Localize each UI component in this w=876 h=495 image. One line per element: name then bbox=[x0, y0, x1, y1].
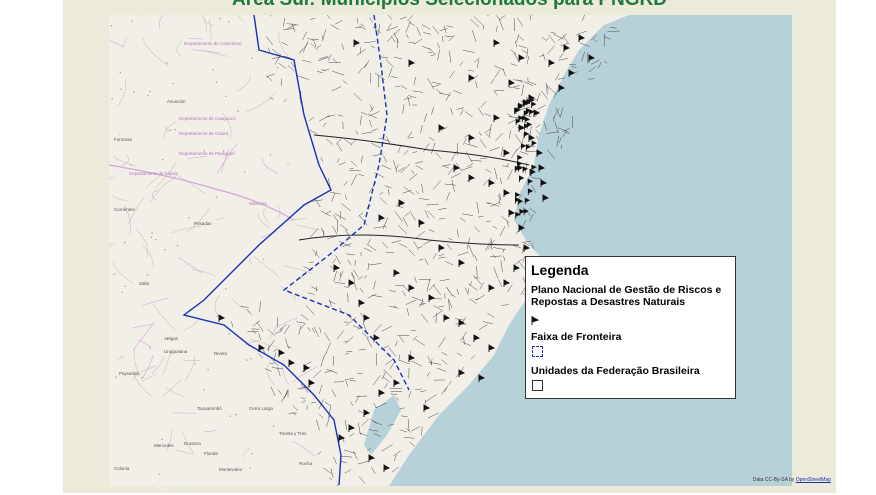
neighbor-town bbox=[134, 91, 135, 92]
dashed-blue-square-icon bbox=[532, 346, 543, 357]
map-legend: Legenda Plano Nacional de Gestão de Risc… bbox=[525, 256, 736, 399]
neighbor-town bbox=[246, 359, 247, 360]
neighbor-town bbox=[124, 286, 125, 287]
neighbor-town bbox=[150, 91, 151, 92]
neighbor-town bbox=[158, 474, 159, 475]
place-label: Florida bbox=[204, 451, 218, 456]
legend-label-pngrd: Plano Nacional de Gestão de Riscos e Rep… bbox=[531, 284, 730, 308]
place-label: Uruguaiana bbox=[164, 349, 188, 354]
place-label: Artigas bbox=[164, 336, 179, 341]
neighbor-town bbox=[147, 275, 148, 276]
neighbor-town bbox=[235, 414, 236, 415]
place-label: Mercedes bbox=[154, 443, 175, 448]
white-square-icon bbox=[532, 380, 543, 391]
place-label: Tacuarembó bbox=[197, 406, 222, 411]
place-label: Departamento de Guairá bbox=[179, 131, 229, 136]
neighbor-town bbox=[162, 159, 163, 160]
neighbor-town bbox=[174, 129, 175, 130]
neighbor-town bbox=[151, 237, 152, 238]
place-label: Cerro Largo bbox=[249, 406, 274, 411]
legend-title: Legenda bbox=[531, 262, 730, 278]
neighbor-town bbox=[113, 274, 114, 275]
place-label: Salto bbox=[139, 281, 150, 286]
place-label: Treinta y Tres bbox=[279, 431, 307, 436]
place-label: Departamento de Paraguarí bbox=[179, 151, 236, 156]
neighbor-town bbox=[111, 98, 112, 99]
place-label: Montevideo bbox=[219, 467, 243, 472]
neighbor-town bbox=[120, 72, 121, 73]
attribution-text: Data CC-By-SA by bbox=[753, 477, 796, 483]
place-label: Corrientes bbox=[114, 207, 136, 212]
neighbor-town bbox=[250, 358, 251, 359]
place-label: Rocha bbox=[299, 461, 313, 466]
legend-label-fronteira: Faixa de Fronteira bbox=[531, 331, 730, 343]
attribution-link[interactable]: OpenStreetMap bbox=[796, 477, 831, 483]
place-label: Durazno bbox=[184, 441, 202, 446]
neighbor-town bbox=[228, 21, 229, 22]
place-label: Departamento de Canindeyú bbox=[184, 41, 242, 46]
place-label: Posadas bbox=[194, 221, 212, 226]
neighbor-town bbox=[216, 197, 217, 198]
neighbor-town bbox=[203, 389, 204, 390]
neighbor-town bbox=[277, 67, 278, 68]
neighbor-town bbox=[124, 242, 125, 243]
place-label: Departamento de Itapúa bbox=[129, 171, 178, 176]
neighbor-town bbox=[216, 82, 217, 83]
neighbor-town bbox=[228, 333, 229, 334]
place-label: Formosa bbox=[114, 137, 132, 142]
neighbor-town bbox=[270, 15, 271, 16]
neighbor-town bbox=[230, 416, 231, 417]
slide-title: Área Sul: Municípios Selecionados para P… bbox=[63, 0, 836, 11]
map-attribution: Data CC-By-SA by OpenStreetMap bbox=[753, 477, 831, 483]
neighbor-town bbox=[270, 154, 271, 155]
neighbor-town bbox=[173, 83, 174, 84]
neighbor-town bbox=[249, 467, 250, 468]
neighbor-town bbox=[131, 20, 132, 21]
map-background bbox=[109, 15, 792, 486]
neighbor-town bbox=[251, 453, 252, 454]
map-panel[interactable]: Asunción Formosa Corrientes Posadas Uruguaia… bbox=[109, 15, 792, 486]
neighbor-town bbox=[263, 259, 264, 260]
neighbor-town bbox=[217, 316, 218, 317]
neighbor-town bbox=[161, 439, 162, 440]
neighbor-town bbox=[177, 245, 178, 246]
neighbor-town bbox=[273, 425, 274, 426]
neighbor-town bbox=[122, 292, 123, 293]
neighbor-town bbox=[220, 18, 221, 19]
neighbor-town bbox=[149, 347, 150, 348]
neighbor-town bbox=[170, 130, 171, 131]
neighbor-town bbox=[244, 171, 245, 172]
neighbor-town bbox=[164, 249, 165, 250]
neighbor-town bbox=[141, 377, 142, 378]
disaster-flag-icon bbox=[531, 312, 730, 322]
neighbor-town bbox=[225, 288, 226, 289]
neighbor-town bbox=[111, 25, 112, 26]
map-canvas[interactable]: Asunción Formosa Corrientes Posadas Uruguaia… bbox=[109, 15, 792, 486]
neighbor-town bbox=[212, 69, 213, 70]
neighbor-town bbox=[151, 232, 152, 233]
neighbor-town bbox=[251, 58, 252, 59]
place-label: Paysandú bbox=[119, 371, 140, 376]
neighbor-town bbox=[225, 96, 226, 97]
neighbor-town bbox=[155, 239, 156, 240]
legend-label-uf: Unidades da Federação Brasileira bbox=[531, 365, 730, 377]
place-label: Rivera bbox=[214, 351, 228, 356]
place-label: Asunción bbox=[167, 99, 186, 104]
neighbor-town bbox=[147, 95, 148, 96]
neighbor-town bbox=[116, 377, 117, 378]
neighbor-town bbox=[194, 363, 195, 364]
neighbor-town bbox=[238, 110, 239, 111]
place-label: Colonia bbox=[114, 466, 130, 471]
neighbor-town bbox=[188, 217, 189, 218]
neighbor-town bbox=[120, 89, 121, 90]
neighbor-town bbox=[130, 164, 131, 165]
place-label: Misiones bbox=[249, 201, 268, 206]
neighbor-town bbox=[166, 63, 167, 64]
neighbor-town bbox=[207, 369, 208, 370]
place-label: Departamento de Caaguazú bbox=[179, 116, 236, 121]
